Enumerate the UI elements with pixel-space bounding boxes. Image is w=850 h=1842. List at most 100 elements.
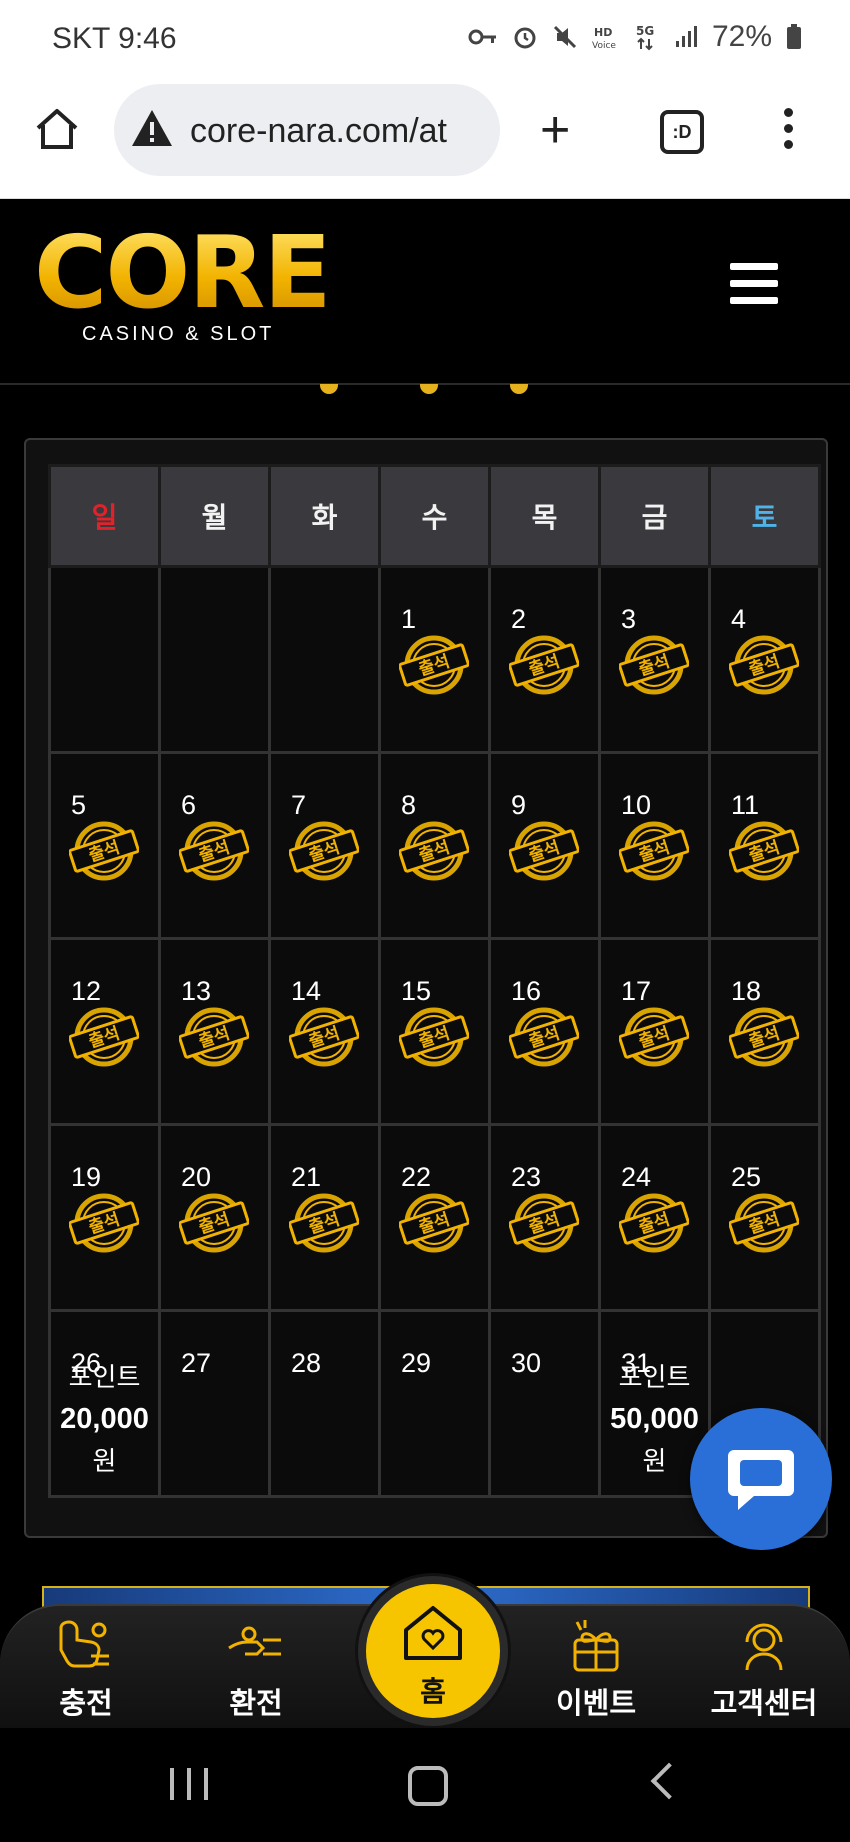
- calendar-day-cell[interactable]: 19 출석: [48, 1123, 161, 1312]
- gift-icon: [573, 1620, 619, 1672]
- home-icon[interactable]: [34, 106, 80, 152]
- bottom-navigation: 충전 환전 홈 이벤트 고객센터: [0, 1576, 850, 1730]
- attendance-stamp-icon: 출석: [619, 821, 689, 881]
- calendar-day-cell[interactable]: 16 출석: [488, 937, 601, 1126]
- charge-hand-icon: [59, 1620, 109, 1668]
- mute-icon: [553, 25, 577, 49]
- warning-icon[interactable]: [130, 108, 174, 148]
- back-icon[interactable]: [650, 1762, 688, 1800]
- attendance-stamp-icon: 출석: [289, 1007, 359, 1067]
- nav-home-button[interactable]: 홈: [358, 1576, 508, 1726]
- logo-subtitle: CASINO & SLOT: [82, 323, 275, 345]
- calendar-day-cell[interactable]: 17 출석: [598, 937, 711, 1126]
- calendar-day-cell[interactable]: 6 출석: [158, 751, 271, 940]
- attendance-stamp-icon: 출석: [729, 1007, 799, 1067]
- calendar-day-cell[interactable]: 15 출석: [378, 937, 491, 1126]
- site-logo[interactable]: CORE CASINO & SLOT: [34, 214, 332, 346]
- exchange-hand-icon: [228, 1626, 281, 1656]
- weekday-tue: 화: [268, 464, 381, 568]
- attendance-stamp-icon: 출석: [509, 821, 579, 881]
- new-tab-icon[interactable]: +: [540, 104, 570, 156]
- chat-bubble-icon: [728, 1450, 794, 1510]
- reward-amount: 50,000: [610, 1403, 699, 1435]
- calendar-day-cell[interactable]: 10 출석: [598, 751, 711, 940]
- signal-icon: [675, 26, 697, 47]
- weekday-sat: 토: [708, 464, 821, 568]
- calendar-day-cell[interactable]: 8 출석: [378, 751, 491, 940]
- system-home-icon[interactable]: [408, 1766, 448, 1806]
- month-navigation: [0, 384, 850, 396]
- attendance-calendar: 일 월 화 수 목 금 토 1 출석 2 출석 3 출석 4 출석 5 출석 6 출석 7 출석 8 출석 9 출…: [48, 464, 821, 1498]
- calendar-day-cell[interactable]: [48, 565, 161, 754]
- nav-event-label: 이벤트: [555, 1688, 637, 1720]
- calendar-day-cell[interactable]: 28: [268, 1309, 381, 1498]
- weekday-wed: 수: [378, 464, 491, 568]
- calendar-day-cell[interactable]: 11 출석: [708, 751, 821, 940]
- nav-charge[interactable]: 충전: [16, 1618, 156, 1722]
- calendar-week-row: 12 출석 13 출석 14 출석 15 출석 16 출석 17 출석 18 출석: [48, 937, 821, 1126]
- hamburger-menu-icon[interactable]: [730, 263, 778, 314]
- calendar-day-cell[interactable]: 7 출석: [268, 751, 381, 940]
- logo-wordmark: CORE: [34, 214, 332, 331]
- calendar-day-cell[interactable]: [268, 565, 381, 754]
- status-icons: HD Voice 5G 72%: [468, 20, 802, 54]
- calendar-day-cell[interactable]: 23 출석: [488, 1123, 601, 1312]
- attendance-stamp-icon: 출석: [509, 635, 579, 695]
- reward-unit: 원: [92, 1446, 117, 1476]
- site-header: CORE CASINO & SLOT: [0, 199, 850, 385]
- calendar-day-cell[interactable]: 1 출석: [378, 565, 491, 754]
- recents-icon[interactable]: [170, 1768, 208, 1800]
- nav-exchange[interactable]: 환전: [186, 1618, 326, 1722]
- calendar-day-cell[interactable]: 25 출석: [708, 1123, 821, 1312]
- svg-text:Voice: Voice: [592, 41, 616, 50]
- calendar-day-cell[interactable]: [158, 565, 271, 754]
- battery-icon: [787, 24, 801, 49]
- calendar-day-cell[interactable]: 30: [488, 1309, 601, 1498]
- calendar-day-cell[interactable]: 5 출석: [48, 751, 161, 940]
- 5g-icon: 5G: [636, 24, 654, 51]
- live-chat-button[interactable]: [690, 1408, 832, 1550]
- day-number: 29: [401, 1348, 432, 1378]
- reward-amount: 20,000: [60, 1403, 149, 1435]
- nav-support-label: 고객센터: [710, 1688, 818, 1720]
- attendance-stamp-icon: 출석: [729, 1193, 799, 1253]
- calendar-day-cell[interactable]: 3 출석: [598, 565, 711, 754]
- calendar-day-cell[interactable]: 29: [378, 1309, 491, 1498]
- calendar-day-cell[interactable]: 9 출석: [488, 751, 601, 940]
- tab-switcher-button[interactable]: :D: [660, 110, 704, 154]
- attendance-stamp-icon: 출석: [399, 1193, 469, 1253]
- calendar-day-cell[interactable]: 12 출석: [48, 937, 161, 1126]
- weekday-mon: 월: [158, 464, 271, 568]
- calendar-day-cell[interactable]: 4 출석: [708, 565, 821, 754]
- day-number: 30: [511, 1348, 542, 1378]
- svg-text:5G: 5G: [636, 24, 654, 38]
- calendar-day-cell[interactable]: 27: [158, 1309, 271, 1498]
- calendar-day-cell[interactable]: 21 출석: [268, 1123, 381, 1312]
- attendance-stamp-icon: 출석: [289, 1193, 359, 1253]
- weekday-header-row: 일 월 화 수 목 금 토: [48, 464, 821, 568]
- alarm-icon: [514, 27, 536, 49]
- indicator-dot: [320, 384, 338, 394]
- nav-event[interactable]: 이벤트: [526, 1618, 666, 1722]
- attendance-stamp-icon: 출석: [69, 1007, 139, 1067]
- calendar-day-cell[interactable]: 24 출석: [598, 1123, 711, 1312]
- battery-percent: 72%: [711, 20, 772, 53]
- url-text[interactable]: core-nara.com/at: [190, 112, 496, 151]
- calendar-day-cell[interactable]: 14 출석: [268, 937, 381, 1126]
- weekday-thu: 목: [488, 464, 601, 568]
- calendar-day-cell[interactable]: 13 출석: [158, 937, 271, 1126]
- nav-support[interactable]: 고객센터: [694, 1618, 834, 1722]
- address-bar[interactable]: core-nara.com/at: [114, 84, 500, 176]
- indicator-dot: [420, 384, 438, 394]
- calendar-day-cell[interactable]: 22 출석: [378, 1123, 491, 1312]
- calendar-day-cell[interactable]: 26 포인트 20,000 원: [48, 1309, 161, 1498]
- calendar-day-cell[interactable]: 18 출석: [708, 937, 821, 1126]
- menu-kebab-icon[interactable]: [784, 108, 794, 156]
- reward-info: 포인트 20,000 원: [51, 1356, 158, 1482]
- status-time: SKT 9:46: [52, 22, 177, 55]
- calendar-day-cell[interactable]: 20 출석: [158, 1123, 271, 1312]
- key-icon: [468, 29, 496, 45]
- attendance-stamp-icon: 출석: [179, 1193, 249, 1253]
- calendar-day-cell[interactable]: 2 출석: [488, 565, 601, 754]
- attendance-stamp-icon: 출석: [399, 1007, 469, 1067]
